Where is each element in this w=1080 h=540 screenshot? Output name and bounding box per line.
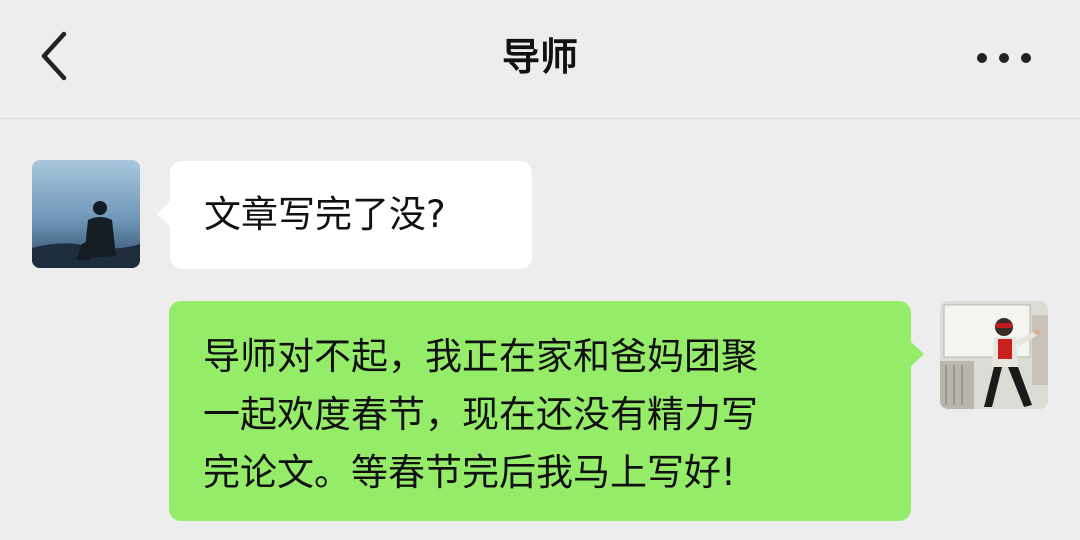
more-options-button[interactable] <box>972 38 1036 78</box>
mentor-avatar[interactable] <box>32 160 140 268</box>
chat-header: 导师 <box>0 0 1080 119</box>
incoming-message-bubble[interactable]: 文章写完了没? <box>157 161 532 269</box>
silhouette-photo-avatar-icon <box>32 160 140 268</box>
bubble-tail <box>910 341 924 367</box>
person-photo-avatar-icon <box>940 301 1048 409</box>
outgoing-message-bubble[interactable]: 导师对不起，我正在家和爸妈团聚 一起欢度春节，现在还没有精力写 完论文。等春节完… <box>169 301 924 521</box>
message-text: 导师对不起，我正在家和爸妈团聚 一起欢度春节，现在还没有精力写 完论文。等春节完… <box>203 335 758 494</box>
self-avatar[interactable] <box>940 301 1048 409</box>
bubble-tail <box>157 201 171 227</box>
chat-title: 导师 <box>501 35 578 79</box>
message-text: 文章写完了没? <box>204 193 446 236</box>
more-dots-icon <box>977 53 1031 63</box>
back-button[interactable] <box>30 26 80 86</box>
chevron-left-icon <box>41 31 67 81</box>
